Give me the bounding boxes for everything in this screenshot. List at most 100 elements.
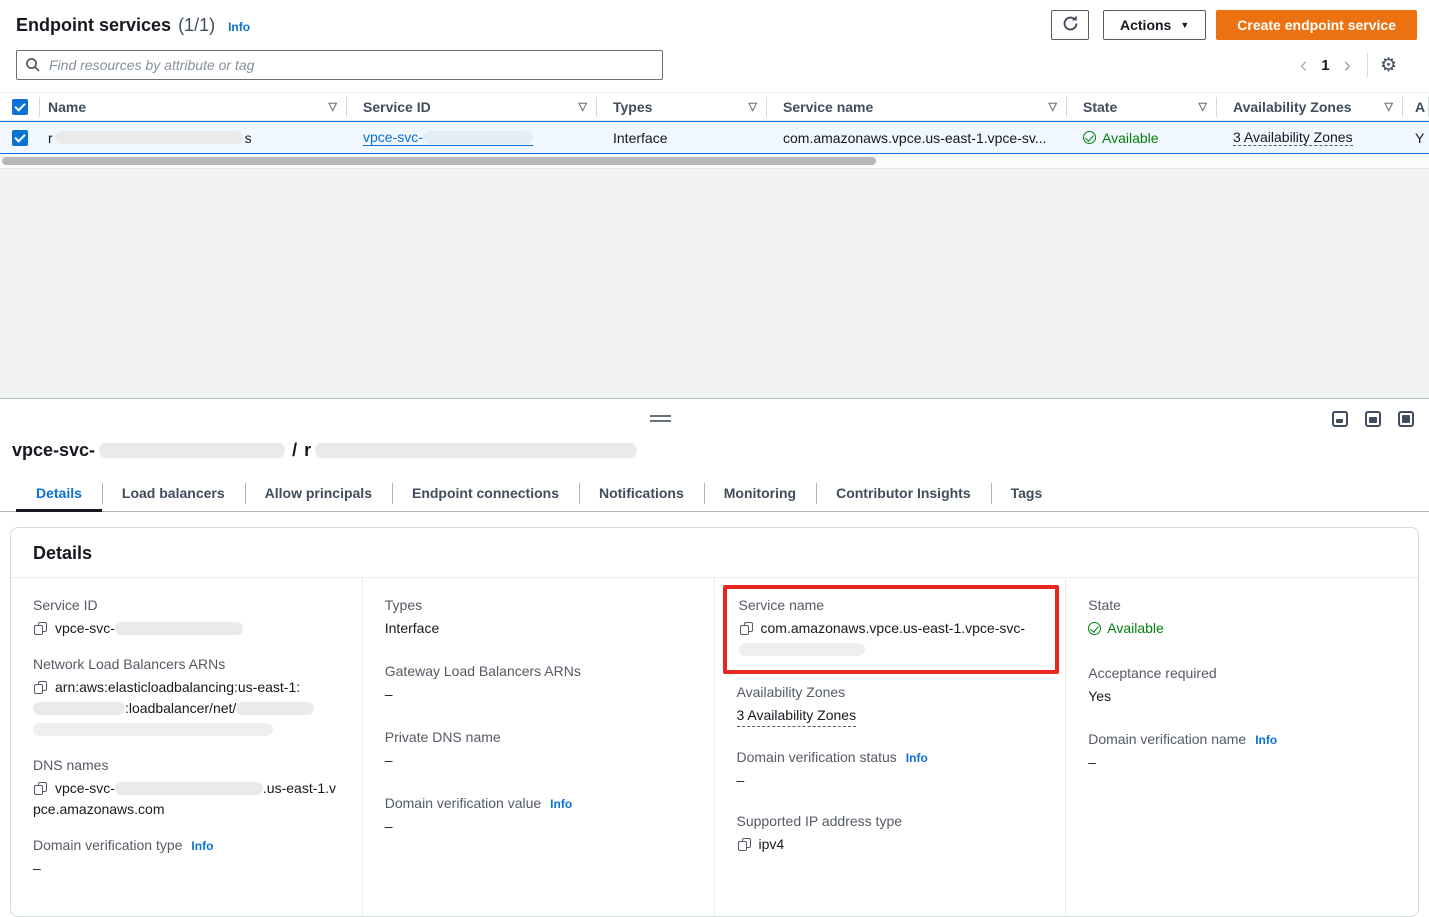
status-badge: Available [1083,130,1159,146]
field-state: State Available [1088,597,1398,641]
redacted-value [115,622,243,635]
pagination: ‹ 1 › ⚙ [1294,53,1397,77]
status-badge: Available [1088,618,1164,639]
copy-icon[interactable] [34,782,46,795]
service-id-link[interactable]: vpce-svc- [363,129,533,146]
tab-tags[interactable]: Tags [991,478,1063,511]
column-header-types[interactable]: Types ▽ [597,92,767,121]
endpoint-services-list-section: Endpoint services (1/1) Info Actions ▼ C… [0,0,1429,168]
content-background [0,168,1429,398]
page-header: Endpoint services (1/1) Info Actions ▼ C… [0,0,1429,40]
row-clipped-cell: Y [1403,121,1429,154]
tab-contributor-insights[interactable]: Contributor Insights [816,478,991,511]
filter-icon[interactable]: ▽ [1193,100,1207,113]
column-header-service-id[interactable]: Service ID ▽ [347,92,597,121]
panel-size-controls [1332,411,1414,427]
tab-load-balancers[interactable]: Load balancers [102,478,245,511]
field-service-name-highlighted: Service name com.amazonaws.vpce.us-east-… [723,585,1060,674]
redacted-value [236,702,314,715]
field-dns-names: DNS names vpce-svc-.us-east-1.vpce.amazo… [33,757,342,820]
tab-allow-principals[interactable]: Allow principals [245,478,392,511]
filter-icon[interactable]: ▽ [1043,100,1057,113]
tab-monitoring[interactable]: Monitoring [704,478,816,511]
select-all-header-cell [0,92,40,121]
field-acceptance-required: Acceptance required Yes [1088,665,1398,707]
redacted-value [115,782,263,795]
info-link[interactable]: Info [1255,733,1277,747]
create-endpoint-service-button[interactable]: Create endpoint service [1216,10,1417,40]
field-glb-arns: Gateway Load Balancers ARNs – [385,663,694,705]
horizontal-scrollbar-thumb[interactable] [2,157,876,165]
actions-button[interactable]: Actions ▼ [1103,10,1206,40]
info-link[interactable]: Info [550,797,572,811]
availability-zones-link[interactable]: 3 Availability Zones [1233,129,1353,146]
details-card-heading: Details [11,528,1418,578]
filter-icon[interactable]: ▽ [743,100,757,113]
field-domain-verification-status: Domain verification status Info – [737,749,1046,791]
field-domain-verification-name: Domain verification name Info – [1088,731,1398,773]
info-link[interactable]: Info [191,839,213,853]
column-header-name[interactable]: Name ▽ [40,92,347,121]
field-domain-verification-type: Domain verification type Info – [33,837,342,879]
field-nlb-arns: Network Load Balancers ARNs arn:aws:elas… [33,656,342,740]
copy-icon[interactable] [740,622,752,635]
filter-icon[interactable]: ▽ [573,100,587,113]
details-card-body: Service ID vpce-svc- Network Load Balanc… [11,578,1418,916]
row-types-cell: Interface [597,121,767,154]
panel-title: vpce-svc- / r [0,399,1429,461]
pagination-divider [1367,53,1368,77]
redacted-service-id [423,131,533,144]
row-state-cell: Available [1067,121,1217,154]
check-circle-icon [1083,131,1096,144]
panel-size-small-icon[interactable] [1332,411,1348,427]
filter-icon[interactable]: ▽ [1379,100,1393,113]
pagination-current-page[interactable]: 1 [1313,57,1337,74]
pagination-prev-icon[interactable]: ‹ [1294,54,1313,76]
details-column-3: Service name com.amazonaws.vpce.us-east-… [715,578,1067,916]
gear-icon[interactable]: ⚙ [1380,56,1397,75]
copy-icon[interactable] [34,681,46,694]
info-link[interactable]: Info [228,20,250,34]
column-header-service-name[interactable]: Service name ▽ [767,92,1067,121]
details-column-1: Service ID vpce-svc- Network Load Balanc… [11,578,363,916]
row-checkbox[interactable] [12,130,28,146]
copy-icon[interactable] [738,838,750,851]
panel-tabs: Details Load balancers Allow principals … [0,478,1429,512]
column-header-availability-zones[interactable]: Availability Zones ▽ [1217,92,1403,121]
tab-notifications[interactable]: Notifications [579,478,704,511]
details-column-4: State Available Acceptance required Yes … [1066,578,1418,916]
field-availability-zones: Availability Zones 3 Availability Zones [737,684,1046,727]
column-header-clipped[interactable]: A [1403,92,1429,121]
page-title: Endpoint services [16,15,171,36]
redacted-value [33,702,125,715]
title-group: Endpoint services (1/1) Info [16,15,250,36]
chevron-down-icon: ▼ [1180,20,1189,30]
field-supported-ip: Supported IP address type ipv4 [737,813,1046,855]
details-card: Details Service ID vpce-svc- Network Loa… [10,527,1419,917]
tab-endpoint-connections[interactable]: Endpoint connections [392,478,579,511]
split-panel: vpce-svc- / r Details Load balancers All… [0,398,1429,893]
header-actions: Actions ▼ Create endpoint service [1051,10,1417,40]
details-column-2: Types Interface Gateway Load Balancers A… [363,578,715,916]
pagination-next-icon[interactable]: › [1338,54,1357,76]
panel-size-large-icon[interactable] [1398,411,1414,427]
row-service-name-cell: com.amazonaws.vpce.us-east-1.vpce-sv... [767,121,1067,154]
availability-zones-link[interactable]: 3 Availability Zones [737,705,857,727]
copy-icon[interactable] [34,622,46,635]
search-wrap [16,50,663,80]
refresh-icon [1062,15,1079,35]
select-all-checkbox[interactable] [12,99,28,115]
redacted-title-name [315,443,637,458]
search-input[interactable] [16,50,663,80]
refresh-button[interactable] [1051,10,1089,40]
field-private-dns-name: Private DNS name – [385,729,694,771]
row-service-id-cell: vpce-svc- [347,121,597,154]
column-header-state[interactable]: State ▽ [1067,92,1217,121]
redacted-value [33,723,273,736]
info-link[interactable]: Info [906,751,928,765]
panel-size-medium-icon[interactable] [1365,411,1381,427]
panel-resize-handle[interactable] [650,415,671,422]
row-name-cell[interactable]: rs [40,121,347,154]
filter-icon[interactable]: ▽ [323,100,337,113]
tab-details[interactable]: Details [16,478,102,512]
